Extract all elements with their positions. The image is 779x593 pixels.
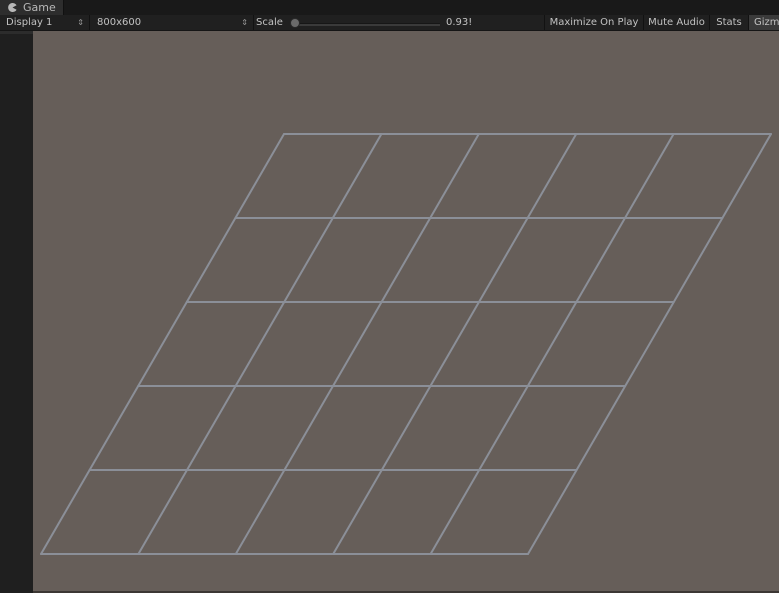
tab-game-label: Game [23,1,56,14]
game-toolbar: Display 1 ⇕ 800x600 ⇕ Scale 0.93! Maximi… [0,15,779,31]
unity-game-view: Game Display 1 ⇕ 800x600 ⇕ Scale 0.93! M… [0,0,779,593]
scale-slider-thumb[interactable] [290,18,300,28]
scale-slider-track[interactable] [294,23,440,26]
stats-label: Stats [716,17,742,28]
display-dropdown-label: Display 1 [6,17,53,28]
updown-arrow-icon: ⇕ [241,18,248,27]
resolution-dropdown[interactable]: 800x600 ⇕ [91,15,254,30]
scale-value: 0.93! [446,17,473,28]
maximize-on-play-label: Maximize On Play [549,17,639,28]
stats-button[interactable]: Stats [709,15,748,30]
gizmos-button[interactable]: Gizm [748,15,779,30]
resolution-dropdown-label: 800x600 [97,17,142,28]
display-dropdown[interactable]: Display 1 ⇕ [0,15,90,30]
tab-game[interactable]: Game [0,0,64,15]
grid-column-line [527,133,772,555]
grid-column-line [429,133,675,555]
grid-column-line [137,133,383,555]
tab-bar: Game [0,0,779,15]
scale-label: Scale [256,17,283,28]
maximize-on-play-button[interactable]: Maximize On Play [544,15,643,30]
viewport-left-margin [0,31,33,593]
grid-column-line [234,133,480,555]
pacman-icon [8,3,17,12]
grid-plane [40,133,772,555]
grid-column-line [40,133,285,555]
gizmos-label: Gizm [754,17,779,28]
grid-column-line [332,133,578,555]
mute-audio-button[interactable]: Mute Audio [643,15,709,30]
margin-top-shade [0,31,33,34]
mute-audio-label: Mute Audio [648,17,705,28]
updown-arrow-icon: ⇕ [77,18,84,27]
game-viewport[interactable] [33,31,779,591]
